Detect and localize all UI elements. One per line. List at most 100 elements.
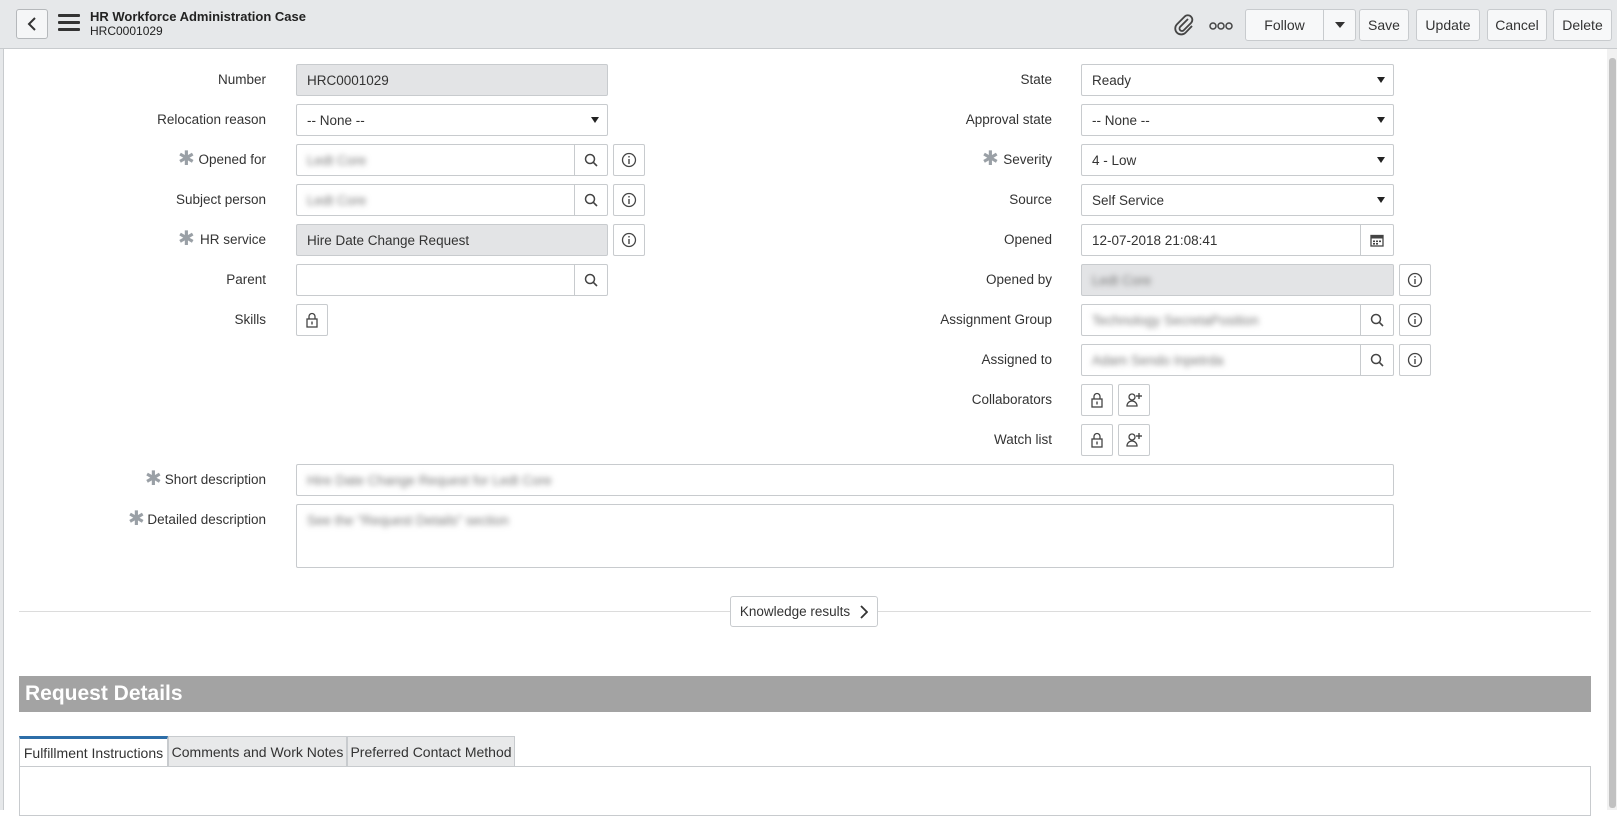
source-value: Self Service bbox=[1092, 192, 1165, 208]
follow-dropdown-button[interactable] bbox=[1324, 10, 1355, 40]
number-label: Number bbox=[217, 72, 266, 87]
unlock-watch-list-button[interactable] bbox=[1081, 424, 1113, 456]
hr-service-label: HR service bbox=[199, 232, 266, 247]
assignment-group-value: Technology SecretaPosition bbox=[1092, 312, 1259, 328]
info-icon[interactable] bbox=[613, 144, 645, 176]
search-icon[interactable] bbox=[574, 144, 607, 176]
short-description-label: Short description bbox=[164, 472, 266, 487]
search-icon[interactable] bbox=[574, 264, 607, 296]
state-select[interactable]: Ready bbox=[1081, 64, 1394, 96]
assigned-to-value: Adam Sendo Inpetrda bbox=[1092, 352, 1224, 368]
number-field[interactable]: HRC0001029 bbox=[296, 64, 608, 96]
add-user-icon bbox=[1126, 433, 1142, 447]
severity-select[interactable]: 4 - Low bbox=[1081, 144, 1394, 176]
add-user-icon bbox=[1126, 393, 1142, 407]
relocation-reason-value: -- None -- bbox=[307, 112, 365, 128]
follow-button[interactable]: Follow bbox=[1246, 10, 1324, 40]
unlock-skills-button[interactable] bbox=[296, 304, 328, 336]
hamburger-menu-icon[interactable] bbox=[58, 14, 80, 34]
opened-for-value: Ledt Core bbox=[307, 152, 367, 168]
opened-by-field[interactable]: Ledt Core bbox=[1081, 264, 1394, 296]
caret-down-icon bbox=[1377, 117, 1385, 123]
source-label: Source bbox=[1009, 192, 1052, 207]
follow-button-group: Follow bbox=[1245, 9, 1356, 41]
watch-list-label: Watch list bbox=[993, 432, 1052, 447]
scrollbar-thumb[interactable] bbox=[1609, 58, 1616, 808]
opened-for-field[interactable]: Ledt Core bbox=[296, 144, 608, 176]
subject-person-label: Subject person bbox=[175, 192, 266, 207]
record-number: HRC0001029 bbox=[90, 24, 163, 38]
opened-for-label: Opened for bbox=[198, 152, 266, 167]
update-button[interactable]: Update bbox=[1416, 9, 1480, 41]
collaborators-label: Collaborators bbox=[971, 392, 1052, 407]
short-description-field[interactable]: Hire Date Change Request for Ledt Core bbox=[296, 464, 1394, 496]
parent-field[interactable] bbox=[296, 264, 608, 296]
parent-label: Parent bbox=[226, 272, 266, 287]
add-collaborator-button[interactable] bbox=[1118, 384, 1150, 416]
chevron-left-icon bbox=[27, 17, 36, 31]
relocation-reason-select[interactable]: -- None -- bbox=[296, 104, 608, 136]
hr-service-field[interactable]: Hire Date Change Request bbox=[296, 224, 608, 256]
section-title: Request Details bbox=[19, 676, 1591, 712]
add-watcher-button[interactable] bbox=[1118, 424, 1150, 456]
tab-panel bbox=[19, 766, 1591, 816]
caret-down-icon bbox=[591, 117, 599, 123]
assignment-group-label: Assignment Group bbox=[940, 312, 1052, 327]
severity-value: 4 - Low bbox=[1092, 152, 1137, 168]
subject-person-field[interactable]: Ledt Core bbox=[296, 184, 608, 216]
severity-label: Severity bbox=[1003, 152, 1052, 167]
subject-person-value: Ledt Core bbox=[307, 192, 367, 208]
source-select[interactable]: Self Service bbox=[1081, 184, 1394, 216]
assignment-group-field[interactable]: Technology SecretaPosition bbox=[1081, 304, 1394, 336]
tab-fulfillment-instructions[interactable]: Fulfillment Instructions bbox=[19, 736, 168, 767]
unlock-collaborators-button[interactable] bbox=[1081, 384, 1113, 416]
knowledge-results-button[interactable]: Knowledge results bbox=[730, 596, 878, 627]
chevron-right-icon bbox=[860, 604, 869, 619]
left-edge bbox=[0, 49, 4, 810]
caret-down-icon bbox=[1334, 22, 1345, 28]
lock-icon bbox=[1091, 392, 1103, 408]
info-icon[interactable] bbox=[613, 184, 645, 216]
save-button[interactable]: Save bbox=[1359, 9, 1409, 41]
lock-icon bbox=[1091, 432, 1103, 448]
paperclip-icon[interactable] bbox=[1172, 13, 1196, 37]
assigned-to-label: Assigned to bbox=[981, 352, 1052, 367]
form-title: HR Workforce Administration Case bbox=[90, 9, 306, 24]
opened-by-label: Opened by bbox=[985, 272, 1052, 287]
detailed-description-textarea[interactable]: See the "Request Details" section bbox=[296, 504, 1394, 568]
info-icon[interactable] bbox=[1399, 304, 1431, 336]
caret-down-icon bbox=[1377, 157, 1385, 163]
search-icon[interactable] bbox=[1360, 304, 1393, 336]
info-icon[interactable] bbox=[1399, 264, 1431, 296]
more-options-icon[interactable] bbox=[1209, 19, 1233, 30]
short-description-value: Hire Date Change Request for Ledt Core bbox=[307, 472, 552, 488]
info-icon[interactable] bbox=[613, 224, 645, 256]
detailed-description-value: See the "Request Details" section bbox=[307, 513, 509, 528]
skills-label: Skills bbox=[234, 312, 266, 327]
approval-state-label: Approval state bbox=[965, 112, 1052, 127]
state-label: State bbox=[1020, 72, 1052, 87]
lock-icon bbox=[306, 312, 318, 328]
tab-comments-work-notes[interactable]: Comments and Work Notes bbox=[168, 736, 347, 767]
opened-field[interactable]: 12-07-2018 21:08:41 bbox=[1081, 224, 1394, 256]
search-icon[interactable] bbox=[574, 184, 607, 216]
caret-down-icon bbox=[1377, 77, 1385, 83]
caret-down-icon bbox=[1377, 197, 1385, 203]
detailed-description-label: Detailed description bbox=[147, 512, 266, 527]
knowledge-results-label: Knowledge results bbox=[739, 604, 851, 619]
opened-label: Opened bbox=[1003, 232, 1052, 247]
search-icon[interactable] bbox=[1360, 344, 1393, 376]
back-button[interactable] bbox=[16, 9, 48, 39]
opened-by-value: Ledt Core bbox=[1092, 272, 1152, 288]
assigned-to-field[interactable]: Adam Sendo Inpetrda bbox=[1081, 344, 1394, 376]
approval-state-select[interactable]: -- None -- bbox=[1081, 104, 1394, 136]
tab-preferred-contact-method[interactable]: Preferred Contact Method bbox=[347, 736, 515, 767]
approval-state-value: -- None -- bbox=[1092, 112, 1150, 128]
calendar-icon[interactable] bbox=[1360, 224, 1393, 256]
opened-value: 12-07-2018 21:08:41 bbox=[1092, 232, 1218, 248]
info-icon[interactable] bbox=[1399, 344, 1431, 376]
relocation-reason-label: Relocation reason bbox=[157, 112, 266, 127]
state-value: Ready bbox=[1092, 72, 1132, 88]
delete-button[interactable]: Delete bbox=[1553, 9, 1612, 41]
cancel-button[interactable]: Cancel bbox=[1487, 9, 1547, 41]
